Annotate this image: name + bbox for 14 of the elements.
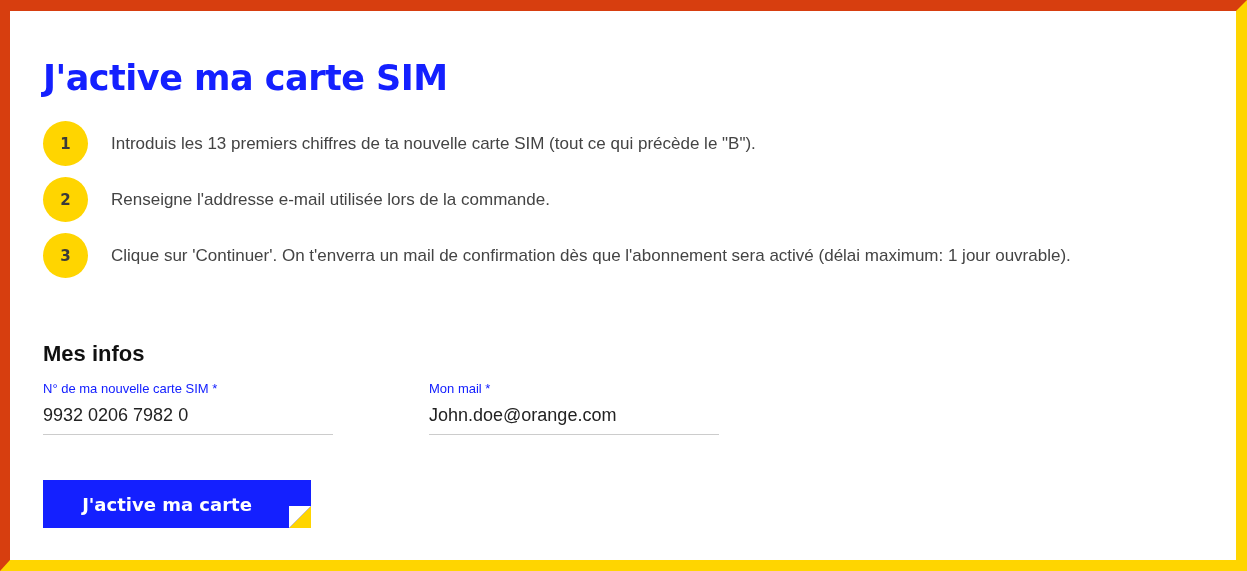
step-number: 2 bbox=[43, 177, 88, 222]
page-title: J'active ma carte SIM bbox=[43, 57, 449, 99]
corner-fold-icon bbox=[289, 506, 311, 528]
section-title: Mes infos bbox=[43, 341, 146, 367]
step-text: Clique sur 'Continuer'. On t'enverra un mail de confirmation dès que l'abonnement sera activé (délai maximum: 1 jour ouvrable). bbox=[111, 245, 1071, 266]
field-label: N° de ma nouvelle carte SIM * bbox=[43, 381, 219, 396]
step-number: 1 bbox=[43, 121, 88, 166]
field-label: Mon mail * bbox=[429, 381, 492, 396]
input-field[interactable]: John.doe@orange.com bbox=[429, 405, 719, 426]
step-number: 3 bbox=[43, 233, 88, 278]
input-field[interactable]: 9932 0206 7982 0 bbox=[43, 405, 333, 426]
step-text: Renseigne l'addresse e-mail utilisée lors de la commande. bbox=[111, 189, 550, 210]
step-text: Introduis les 13 premiers chiffres de ta nouvelle carte SIM (tout ce qui précède le "B"). bbox=[111, 133, 756, 154]
submit-button[interactable]: J'active ma carte bbox=[43, 480, 311, 528]
